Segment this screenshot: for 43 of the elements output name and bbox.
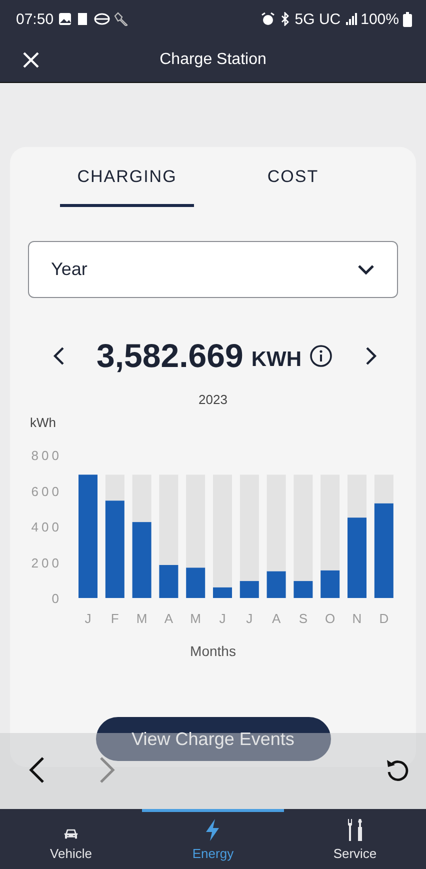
chevron-down-icon: [357, 264, 375, 276]
month-label: D: [379, 611, 389, 626]
bluetooth-icon: [278, 12, 291, 26]
chevron-left-icon[interactable]: [52, 346, 66, 366]
screen-title: Charge Station: [160, 51, 266, 69]
month-label: J: [246, 611, 253, 626]
tick-label: 200: [31, 555, 62, 570]
period-dropdown[interactable]: Year: [28, 241, 398, 298]
tick-label: 400: [31, 520, 62, 534]
month-label: M: [190, 611, 202, 626]
battery-icon: [403, 12, 412, 26]
month-label: A: [164, 611, 174, 626]
axis-title: Months: [190, 643, 236, 659]
month-label: F: [110, 611, 119, 626]
month-label: J: [84, 611, 92, 626]
tab[interactable]: CHARGING: [60, 147, 194, 207]
alarm-icon: [260, 12, 275, 26]
month-label: S: [298, 611, 308, 626]
tick-label: 600: [31, 484, 62, 499]
signal-icon: [344, 12, 357, 26]
flashlight-icon: [114, 12, 128, 26]
network-label: 5G UC: [294, 10, 341, 28]
total-value: 3,582.669: [96, 337, 244, 375]
nav-tab[interactable]: Vehicle: [0, 809, 142, 869]
nav-tab[interactable]: Service: [284, 809, 426, 869]
tick-label: 800: [31, 448, 62, 463]
battery-percent: 100%: [360, 10, 399, 28]
clock-time: 07:50: [16, 10, 54, 28]
month-label: N: [352, 611, 362, 626]
month-label: O: [325, 611, 336, 626]
chevron-right-icon[interactable]: [364, 346, 378, 366]
info-icon[interactable]: [309, 344, 334, 368]
year-label: 2023: [198, 393, 228, 407]
tick-label: 0: [52, 591, 62, 606]
image-icon: [58, 12, 72, 26]
month-label: M: [136, 611, 148, 626]
tab[interactable]: COST: [226, 147, 360, 207]
month-label: A: [272, 611, 281, 626]
close-icon[interactable]: [22, 51, 40, 69]
nav-tab[interactable]: Energy: [142, 809, 284, 869]
axis-title: kWh: [30, 415, 56, 430]
unit-label: KWH: [251, 347, 302, 372]
month-label: J: [219, 611, 226, 626]
